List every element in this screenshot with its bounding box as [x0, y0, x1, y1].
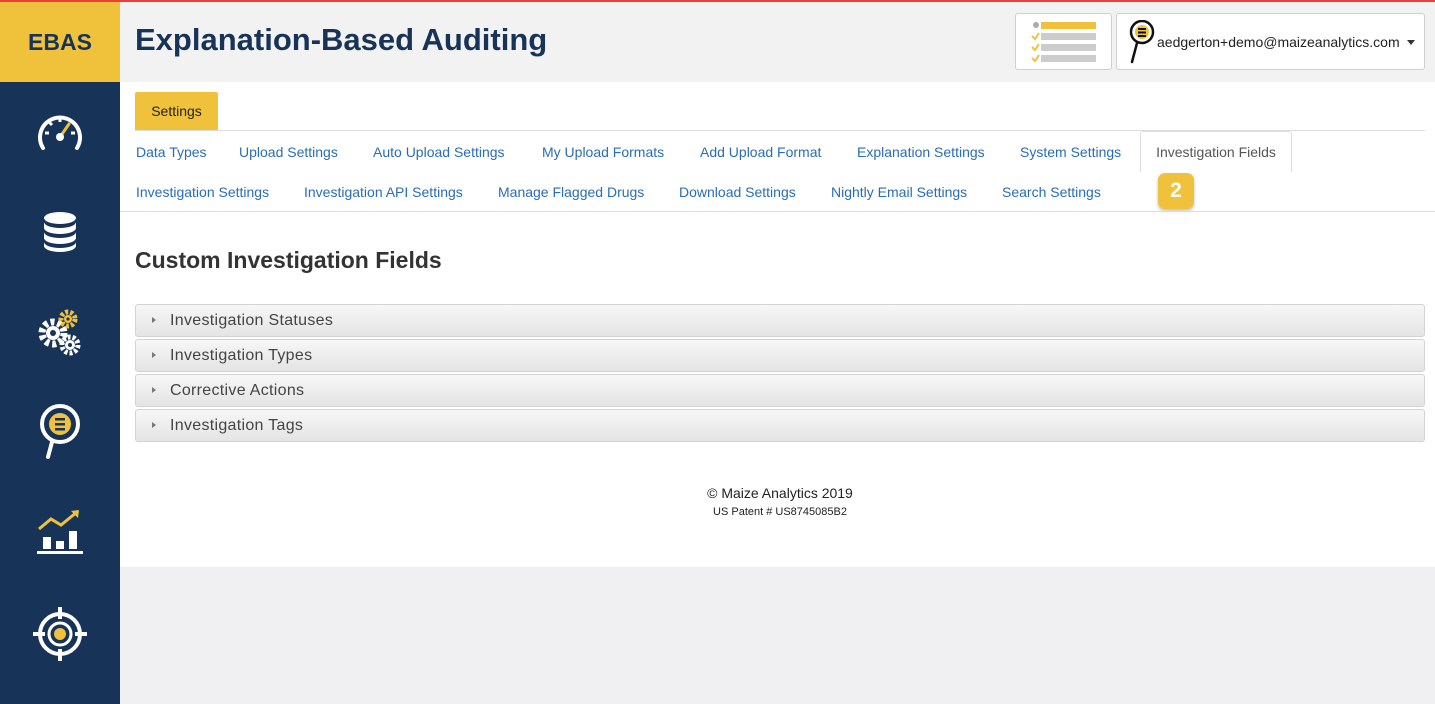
section-title: Custom Investigation Fields — [135, 247, 442, 273]
caret-right-icon — [152, 352, 156, 358]
subtab-auto-upload-settings[interactable]: Auto Upload Settings — [373, 144, 505, 160]
chevron-down-icon — [1407, 40, 1415, 45]
subtab-search-settings[interactable]: Search Settings — [1002, 184, 1101, 200]
subtab-download-settings[interactable]: Download Settings — [679, 184, 796, 200]
accordion-label: Investigation Types — [170, 347, 313, 364]
sidebar-item-target[interactable] — [30, 604, 90, 664]
footer-copyright: © Maize Analytics 2019 — [707, 485, 853, 501]
subtab-nightly-email-settings[interactable]: Nightly Email Settings — [831, 184, 967, 200]
subtab-investigation-settings[interactable]: Investigation Settings — [136, 184, 269, 200]
brand-logo[interactable]: EBAS — [0, 2, 120, 82]
gears-icon — [38, 309, 81, 356]
accordion-label: Investigation Tags — [170, 417, 304, 434]
subtab-upload-settings[interactable]: Upload Settings — [239, 144, 338, 160]
accordion-investigation-tags[interactable]: Investigation Tags — [135, 409, 1425, 442]
sidebar: EBAS — [0, 2, 120, 704]
caret-right-icon — [152, 387, 156, 393]
divider — [120, 211, 1435, 212]
caret-right-icon — [152, 422, 156, 428]
analytics-chart-icon — [37, 510, 83, 554]
tab-settings[interactable]: Settings — [135, 92, 218, 130]
sidebar-item-data[interactable] — [30, 202, 90, 262]
speedometer-icon — [38, 115, 82, 150]
sidebar-item-settings[interactable] — [30, 302, 90, 362]
accordion-label: Investigation Statuses — [170, 312, 334, 329]
accordion-investigation-types[interactable]: Investigation Types — [135, 339, 1425, 372]
subtab-investigation-fields[interactable]: Investigation Fields — [1140, 131, 1292, 172]
main-content: Settings Data Types Upload Settings Auto… — [120, 82, 1435, 567]
footer-patent: US Patent # US8745085B2 — [713, 506, 847, 518]
accordion-investigation-statuses[interactable]: Investigation Statuses — [135, 304, 1425, 337]
subtab-system-settings[interactable]: System Settings — [1020, 144, 1121, 160]
accordion-corrective-actions[interactable]: Corrective Actions — [135, 374, 1425, 407]
sidebar-item-dashboard[interactable] — [30, 102, 90, 162]
subtab-my-upload-formats[interactable]: My Upload Formats — [542, 144, 664, 160]
app-title: Explanation-Based Auditing — [135, 22, 548, 57]
sidebar-item-analytics[interactable] — [30, 502, 90, 562]
tasks-button[interactable] — [1015, 13, 1112, 70]
magnifier-list-icon — [40, 404, 80, 459]
accordion-label: Corrective Actions — [170, 382, 305, 399]
user-magnifier-icon — [1129, 20, 1155, 64]
sidebar-item-investigations[interactable] — [30, 402, 90, 462]
database-icon — [44, 212, 76, 252]
subtab-manage-flagged-drugs[interactable]: Manage Flagged Drugs — [498, 184, 644, 200]
caret-right-icon — [152, 317, 156, 323]
step-badge: 2 — [1158, 173, 1194, 209]
user-email: aedgerton+demo@maizeanalytics.com — [1157, 34, 1400, 50]
subtab-investigation-api-settings[interactable]: Investigation API Settings — [304, 184, 463, 200]
header: Explanation-Based Auditing aedgerton+dem… — [120, 2, 1435, 82]
subtab-add-upload-format[interactable]: Add Upload Format — [700, 144, 821, 160]
subtab-data-types[interactable]: Data Types — [136, 144, 207, 160]
checklist-icon — [1031, 22, 1096, 63]
subtab-explanation-settings[interactable]: Explanation Settings — [857, 144, 985, 160]
target-icon — [33, 607, 87, 661]
user-menu[interactable]: aedgerton+demo@maizeanalytics.com — [1116, 13, 1425, 70]
